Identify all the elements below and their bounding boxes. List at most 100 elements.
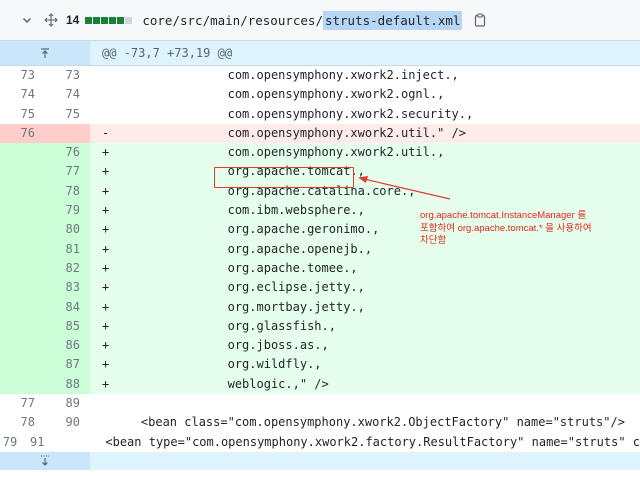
old-line-number[interactable] bbox=[0, 258, 45, 279]
old-line-number[interactable] bbox=[0, 316, 45, 337]
new-line-number[interactable]: 74 bbox=[45, 85, 90, 105]
new-line-number[interactable]: 89 bbox=[45, 394, 90, 414]
diff-sign: + bbox=[102, 376, 110, 391]
diff-line-add: 88 + weblogic.," /> bbox=[0, 374, 640, 395]
code-content: + org.mortbay.jetty., bbox=[90, 297, 640, 317]
diff-sign: - bbox=[102, 125, 110, 140]
highlight-box bbox=[214, 167, 354, 188]
old-line-number[interactable] bbox=[0, 278, 45, 298]
diff-line-ctx: 79 91 <bean type="com.opensymphony.xwork2… bbox=[0, 432, 640, 452]
old-line-number[interactable]: 74 bbox=[0, 85, 45, 105]
file-path-highlight: struts-default.xml bbox=[322, 10, 463, 30]
diff-sign: + bbox=[102, 260, 110, 275]
old-line-number[interactable]: 78 bbox=[0, 413, 45, 433]
old-line-number[interactable] bbox=[0, 374, 45, 395]
code-text: org.wildfly., bbox=[112, 357, 322, 372]
changes-count: 14 bbox=[66, 13, 80, 27]
old-line-number[interactable] bbox=[0, 181, 45, 202]
diff-sign: + bbox=[102, 357, 110, 372]
code-text: org.apache.geronimo., bbox=[112, 222, 380, 237]
diff-sign: + bbox=[102, 241, 110, 256]
expand-up-icon[interactable] bbox=[0, 41, 90, 65]
new-line-number[interactable]: 87 bbox=[45, 355, 90, 375]
new-line-number[interactable]: 77 bbox=[45, 162, 90, 182]
diffstat-square bbox=[117, 16, 125, 24]
old-line-number[interactable] bbox=[0, 201, 45, 221]
new-line-number[interactable]: 86 bbox=[45, 336, 90, 356]
code-text: com.ibm.websphere., bbox=[112, 203, 365, 218]
hunk-header-row: @@ -73,7 +73,19 @@ bbox=[0, 41, 640, 66]
diff-line-ctx: 74 74 com.opensymphony.xwork2.ognl., bbox=[0, 85, 640, 105]
old-line-number[interactable] bbox=[0, 239, 45, 259]
code-text: org.apache.tomee., bbox=[112, 260, 358, 275]
code-text: com.opensymphony.xwork2.util., bbox=[112, 145, 445, 160]
old-line-number[interactable]: 73 bbox=[0, 66, 45, 86]
file-path[interactable]: core/src/main/resources/struts-default.x… bbox=[142, 10, 463, 30]
hunk-header: @@ -73,7 +73,19 @@ bbox=[102, 46, 233, 60]
code-content: com.opensymphony.xwork2.inject., bbox=[90, 66, 640, 86]
diff-line-ctx: 77 89 bbox=[0, 394, 640, 414]
new-line-number[interactable]: 75 bbox=[45, 104, 90, 124]
code-text: org.mortbay.jetty., bbox=[112, 299, 365, 314]
old-line-number[interactable]: 75 bbox=[0, 104, 45, 124]
old-line-number[interactable] bbox=[0, 162, 45, 182]
new-line-number[interactable]: 90 bbox=[45, 413, 90, 433]
diff-sign: + bbox=[102, 203, 110, 218]
code-text: <bean class="com.opensymphony.xwork2.Obj… bbox=[112, 415, 625, 430]
diff-sign bbox=[102, 85, 112, 104]
diffstat-square bbox=[101, 16, 109, 24]
move-icon bbox=[44, 13, 58, 27]
expand-down-icon[interactable] bbox=[0, 451, 90, 470]
copy-icon[interactable] bbox=[474, 13, 488, 27]
code-content: <bean type="com.opensymphony.xwork2.fact… bbox=[54, 432, 640, 452]
new-line-number[interactable]: 81 bbox=[45, 239, 90, 259]
new-line-number[interactable]: 82 bbox=[45, 258, 90, 279]
new-line-number[interactable]: 91 bbox=[27, 432, 55, 452]
diff-sign bbox=[66, 433, 76, 452]
diffstat-square bbox=[93, 16, 101, 24]
code-content: <bean class="com.opensymphony.xwork2.Obj… bbox=[90, 413, 640, 433]
diff-lines: 73 73 com.opensymphony.xwork2.inject., 74 7… bbox=[0, 66, 640, 452]
chevron-down-icon[interactable] bbox=[20, 13, 34, 27]
code-content: + weblogic.," /> bbox=[90, 374, 640, 395]
diff-line-add: 83 + org.eclipse.jetty., bbox=[0, 278, 640, 298]
old-line-number[interactable] bbox=[0, 220, 45, 240]
old-line-number[interactable]: 77 bbox=[0, 394, 45, 414]
code-content: + org.eclipse.jetty., bbox=[90, 278, 640, 298]
code-text: <bean type="com.opensymphony.xwork2.fact… bbox=[76, 434, 640, 449]
diff-sign bbox=[102, 394, 112, 413]
new-line-number[interactable]: 78 bbox=[45, 181, 90, 202]
new-line-number[interactable]: 73 bbox=[45, 66, 90, 86]
diffstat-square bbox=[109, 16, 117, 24]
diff-sign bbox=[102, 66, 112, 85]
old-line-number[interactable] bbox=[0, 297, 45, 317]
code-content bbox=[90, 394, 640, 414]
code-text: com.opensymphony.xwork2.security., bbox=[112, 106, 474, 121]
new-line-number[interactable]: 83 bbox=[45, 278, 90, 298]
annotation-note: org.apache.tomcat.InstanceManager 를 포함하여… bbox=[420, 210, 640, 248]
old-line-number[interactable] bbox=[0, 336, 45, 356]
old-line-number[interactable] bbox=[0, 355, 45, 375]
diff-sign: + bbox=[102, 183, 110, 198]
diff-line-add: 84 + org.mortbay.jetty., bbox=[0, 297, 640, 317]
new-line-number[interactable]: 88 bbox=[45, 374, 90, 395]
new-line-number[interactable]: 85 bbox=[45, 316, 90, 337]
diffstat-square bbox=[85, 16, 93, 24]
old-line-number[interactable]: 76 bbox=[0, 123, 45, 144]
code-content: + org.jboss.as., bbox=[90, 336, 640, 356]
diff-sign bbox=[102, 413, 112, 432]
old-line-number[interactable] bbox=[0, 143, 45, 163]
annotation-line-2: 포함하여 org.apache.tomcat.* 을 사용하여 bbox=[420, 222, 592, 234]
new-line-number[interactable]: 79 bbox=[45, 201, 90, 221]
new-line-number[interactable]: 84 bbox=[45, 297, 90, 317]
code-content: com.opensymphony.xwork2.ognl., bbox=[90, 85, 640, 105]
diff-line-add: 76 + com.opensymphony.xwork2.util., bbox=[0, 143, 640, 163]
code-text: com.opensymphony.xwork2.ognl., bbox=[112, 87, 445, 102]
new-line-number[interactable]: 76 bbox=[45, 143, 90, 163]
diff-sign: + bbox=[102, 164, 110, 179]
code-text: com.opensymphony.xwork2.inject., bbox=[112, 68, 459, 82]
new-line-number[interactable]: 80 bbox=[45, 220, 90, 240]
old-line-number[interactable]: 79 bbox=[0, 432, 28, 452]
new-line-number[interactable] bbox=[45, 123, 90, 144]
file-header: 14 core/src/main/resources/struts-defaul… bbox=[0, 0, 640, 41]
